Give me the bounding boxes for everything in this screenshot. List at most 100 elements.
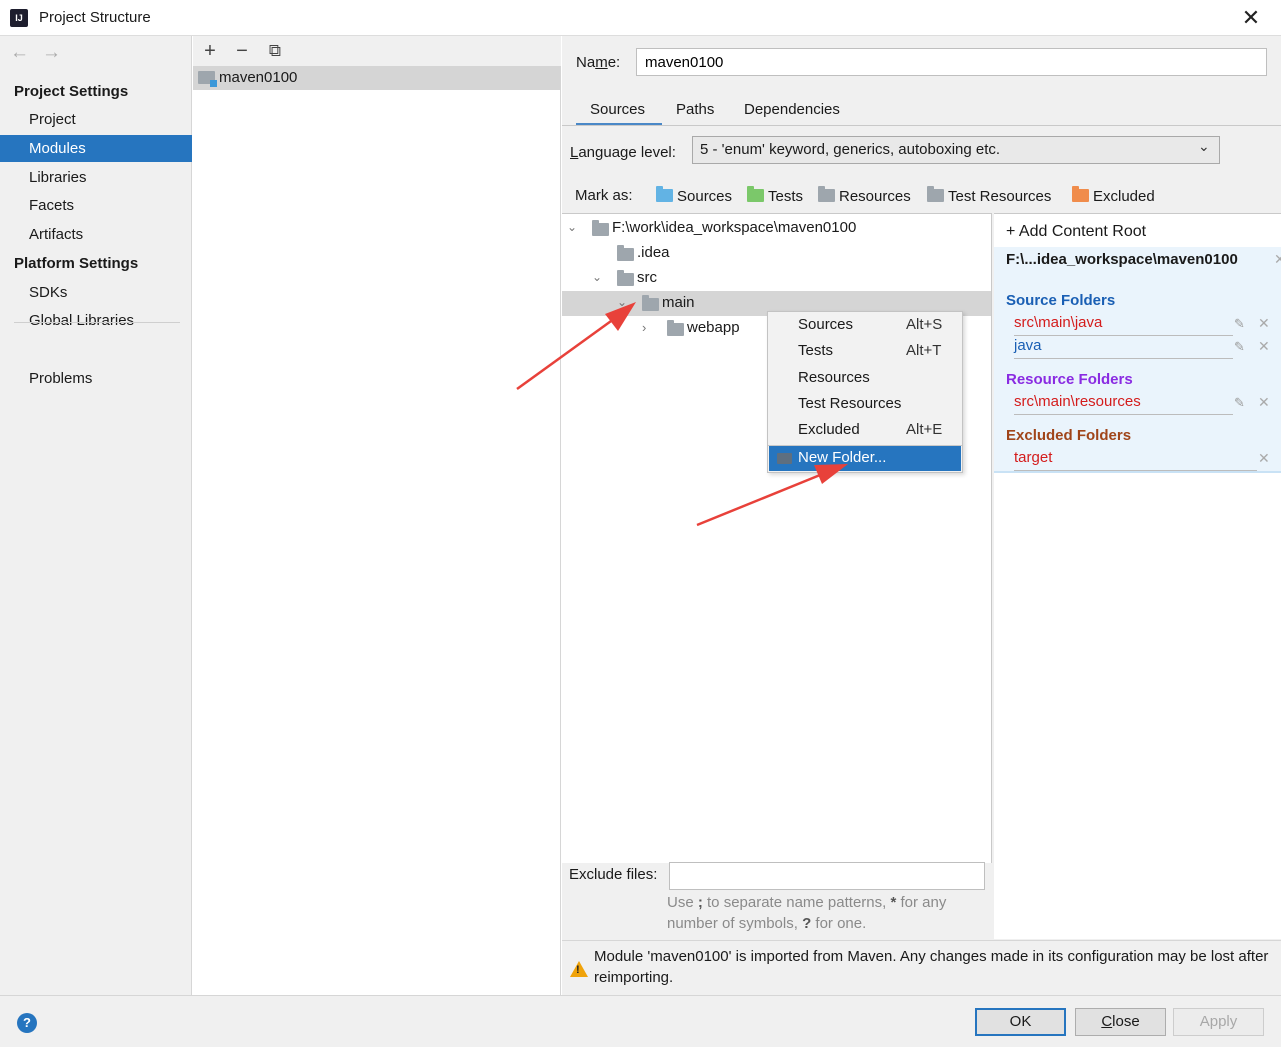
tree-row-root[interactable]: ⌄ F:\work\idea_workspace\maven0100 <box>562 216 991 241</box>
remove-x-icon[interactable]: ✕ <box>1258 338 1270 355</box>
chevron-down-icon[interactable]: ⌄ <box>592 270 602 284</box>
mark-sources-label: Sources <box>677 188 733 205</box>
folder-icon <box>667 320 684 336</box>
folder-icon <box>642 295 659 311</box>
mark-sources-button[interactable]: Sources <box>656 186 733 205</box>
exclude-files-label: Exclude files: <box>569 866 658 883</box>
platform-settings-heading: Platform Settings <box>14 255 139 272</box>
add-content-root-button[interactable]: + Add Content Root <box>1006 223 1146 241</box>
menu-item-shortcut: Alt+T <box>906 342 942 359</box>
module-name-field[interactable] <box>636 48 1267 76</box>
folder-icon <box>617 270 634 286</box>
dialog-footer: ? OK Close Apply <box>0 995 1281 1047</box>
language-level-select[interactable]: 5 - 'enum' keyword, generics, autoboxing… <box>692 136 1220 164</box>
add-icon[interactable]: + <box>198 39 222 63</box>
remove-x-icon[interactable]: ✕ <box>1258 450 1270 467</box>
tree-row-src[interactable]: ⌄ src <box>562 266 991 291</box>
menu-item-label: Excluded <box>798 421 860 438</box>
menu-item-label: Tests <box>798 342 834 359</box>
settings-sidebar: ← → Project Settings Project Modules Lib… <box>0 36 192 995</box>
edit-pencil-icon[interactable]: ✎ <box>1234 339 1245 355</box>
menu-item-resources[interactable]: Resources <box>768 365 962 391</box>
remove-x-icon[interactable]: ✕ <box>1258 394 1270 411</box>
test-resources-folder-icon <box>927 186 944 202</box>
close-window-icon[interactable]: ✕ <box>1238 4 1264 32</box>
mark-test-resources-button[interactable]: Test Resources <box>927 186 1051 205</box>
help-icon[interactable]: ? <box>17 1013 37 1033</box>
folder-icon <box>617 245 634 261</box>
module-folder-icon <box>198 71 217 87</box>
tree-row-label: webapp <box>687 319 740 336</box>
mark-as-label: Mark as: <box>575 187 633 204</box>
content-root-panel: + Add Content Root F:\...idea_workspace\… <box>994 213 1281 939</box>
menu-item-label: Sources <box>798 316 854 333</box>
tree-row-idea[interactable]: .idea <box>562 241 991 266</box>
tabs-divider <box>562 125 1281 126</box>
edit-pencil-icon[interactable]: ✎ <box>1234 316 1245 332</box>
sidebar-item-artifacts[interactable]: Artifacts <box>0 221 192 248</box>
menu-item-excluded[interactable]: Excluded Alt+E <box>768 417 962 443</box>
mark-resources-label: Resources <box>839 188 911 205</box>
resource-folder-row[interactable]: src\main\resources <box>1014 393 1233 415</box>
back-arrow-icon[interactable]: ← <box>10 42 29 64</box>
content-root-path: F:\...idea_workspace\maven0100 <box>1006 251 1238 268</box>
menu-item-tests[interactable]: Tests Alt+T <box>768 338 962 364</box>
title-bar: IJ Project Structure ✕ <box>0 0 1281 36</box>
mark-excluded-label: Excluded <box>1093 188 1155 205</box>
chevron-right-icon[interactable]: › <box>642 320 646 335</box>
add-content-root-label: Add Content Root <box>1018 223 1147 240</box>
sidebar-item-modules[interactable]: Modules <box>0 135 192 162</box>
exclude-files-field[interactable] <box>669 862 985 890</box>
menu-item-shortcut: Alt+S <box>906 316 943 333</box>
edit-pencil-icon[interactable]: ✎ <box>1234 395 1245 411</box>
window-title: Project Structure <box>39 9 151 26</box>
menu-item-test-resources[interactable]: Test Resources <box>768 391 962 417</box>
ok-button[interactable]: OK <box>975 1008 1066 1036</box>
project-settings-heading: Project Settings <box>14 83 129 100</box>
sidebar-item-facets[interactable]: Facets <box>0 192 192 219</box>
menu-item-label: Resources <box>798 369 870 386</box>
sidebar-item-project[interactable]: Project <box>0 106 192 133</box>
menu-item-label: Test Resources <box>798 395 902 412</box>
sidebar-item-global-libraries[interactable]: Global Libraries <box>0 307 192 334</box>
context-menu: Sources Alt+S Tests Alt+T Resources Test… <box>767 311 963 473</box>
name-label: Name: <box>576 54 621 71</box>
chevron-down-icon[interactable]: ⌄ <box>617 295 627 309</box>
mark-tests-label: Tests <box>768 188 804 205</box>
maven-import-warning: Module 'maven0100' is imported from Mave… <box>594 948 1269 986</box>
source-folder-row[interactable]: java <box>1014 337 1233 359</box>
apply-button[interactable]: Apply <box>1173 1008 1264 1036</box>
sidebar-item-sdks[interactable]: SDKs <box>0 279 192 306</box>
sidebar-item-problems[interactable]: Problems <box>0 365 192 392</box>
sources-folder-icon <box>656 186 673 202</box>
excluded-folders-title: Excluded Folders <box>1006 427 1132 444</box>
source-folder-row[interactable]: src\main\java <box>1014 314 1233 336</box>
tree-row-label: .idea <box>637 244 670 261</box>
chevron-down-icon[interactable]: ⌄ <box>567 220 577 234</box>
mark-tests-button[interactable]: Tests <box>747 186 804 205</box>
module-settings-panel: Name: Sources Paths Dependencies Languag… <box>562 36 1281 995</box>
mark-excluded-button[interactable]: Excluded <box>1072 186 1155 205</box>
module-name: maven0100 <box>219 69 298 86</box>
menu-item-label: New Folder... <box>798 449 887 466</box>
menu-item-sources[interactable]: Sources Alt+S <box>768 312 962 338</box>
excluded-folder-row[interactable]: target <box>1014 449 1257 471</box>
module-list-item[interactable]: maven0100 <box>193 66 561 90</box>
remove-root-icon[interactable]: ✕ <box>1274 251 1281 268</box>
warning-divider <box>562 940 1281 941</box>
excluded-folder-icon <box>1072 186 1089 202</box>
module-list-panel: + − ⧉ maven0100 <box>193 36 561 995</box>
plus-icon: + <box>1006 223 1016 240</box>
content-root-card: F:\...idea_workspace\maven0100 ✕ Source … <box>994 247 1281 473</box>
sidebar-item-libraries[interactable]: Libraries <box>0 164 192 191</box>
new-folder-icon <box>777 453 792 464</box>
menu-item-new-folder[interactable]: New Folder... <box>769 446 961 471</box>
remove-x-icon[interactable]: ✕ <box>1258 315 1270 332</box>
forward-arrow-icon[interactable]: → <box>42 42 61 64</box>
remove-icon[interactable]: − <box>230 39 254 63</box>
mark-resources-button[interactable]: Resources <box>818 186 911 205</box>
close-button[interactable]: Close <box>1075 1008 1166 1036</box>
menu-item-shortcut: Alt+E <box>906 421 943 438</box>
copy-icon[interactable]: ⧉ <box>263 39 287 63</box>
chevron-down-icon[interactable]: ⌄ <box>1198 138 1210 155</box>
